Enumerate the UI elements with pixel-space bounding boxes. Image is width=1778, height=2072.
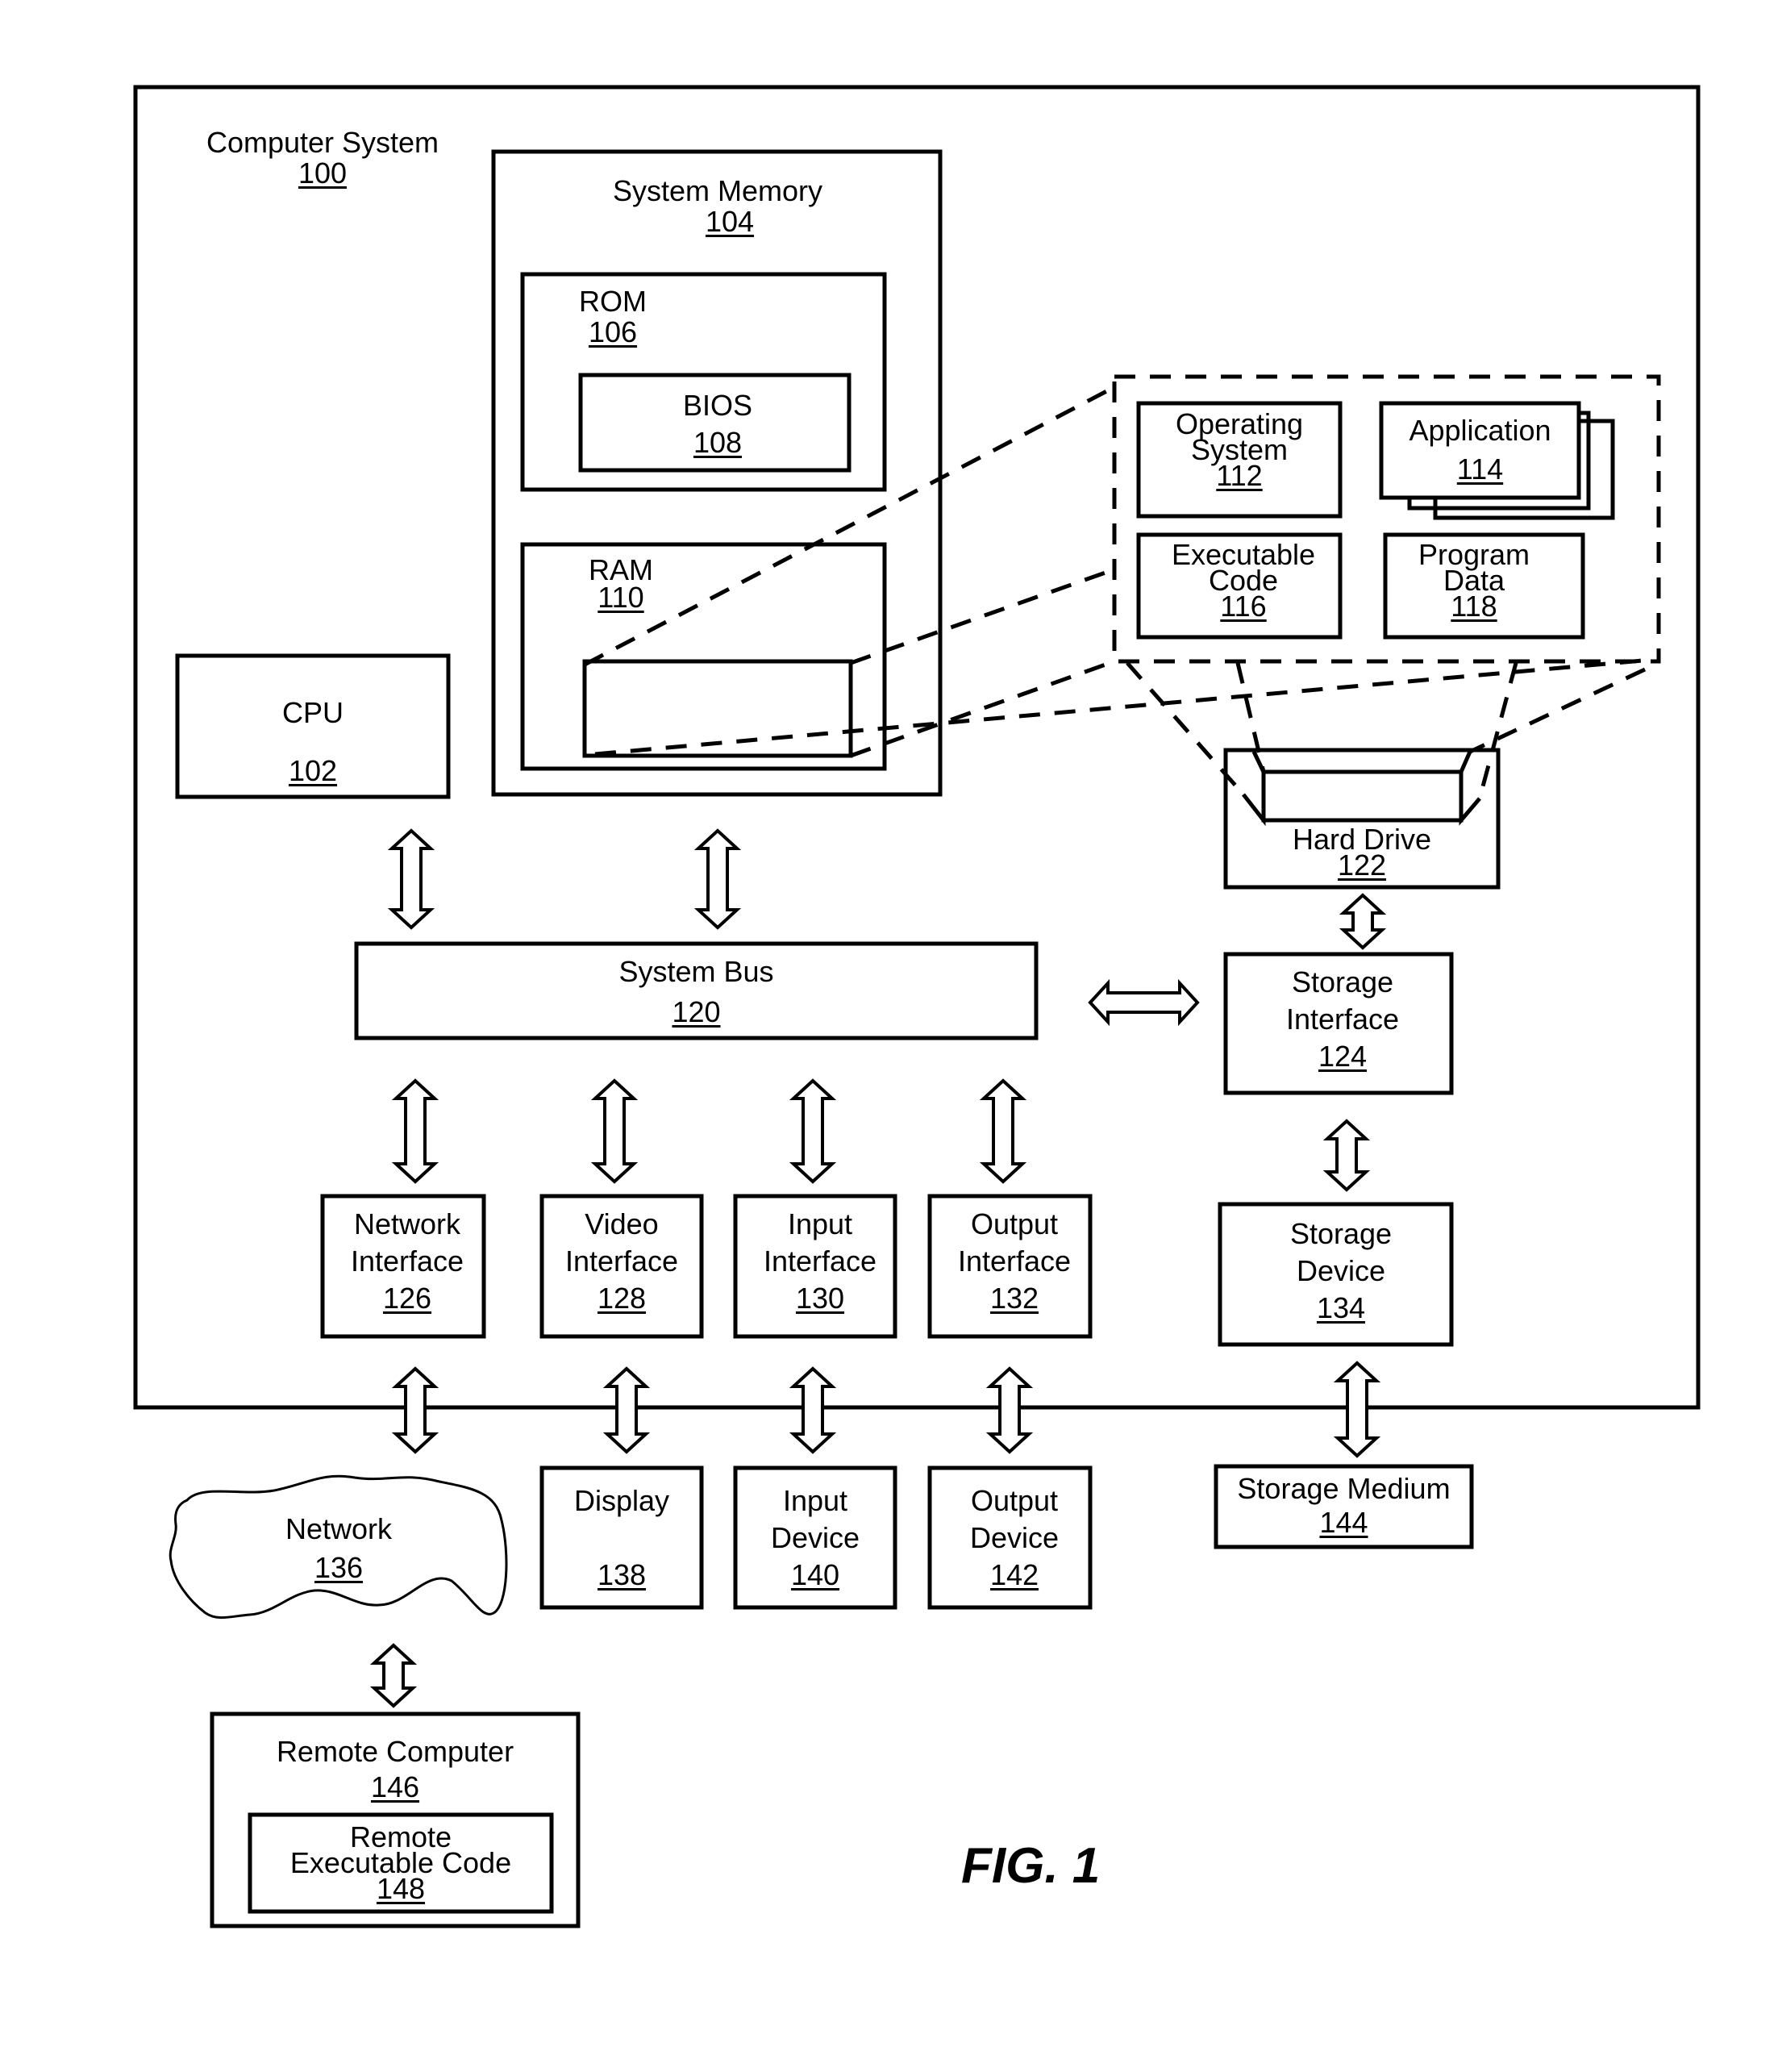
projection-line-4 bbox=[850, 659, 1115, 758]
display-label: Display 138 bbox=[573, 1484, 670, 1591]
computer-system-label: Computer System 100 bbox=[206, 126, 439, 190]
figure-label: FIG. 1 bbox=[961, 1838, 1101, 1894]
rom-label: ROM 106 bbox=[579, 285, 647, 348]
system-memory-box bbox=[491, 149, 943, 797]
operating-system-label: Operating System 112 bbox=[1175, 407, 1304, 492]
application-label: Application 114 bbox=[1409, 414, 1551, 486]
network-interface-label: Network Interface 126 bbox=[350, 1207, 464, 1315]
bus-storage-interface-arrow bbox=[1088, 978, 1200, 1027]
video-interface-display-arrow bbox=[602, 1366, 651, 1454]
hard-drive-tray-right-bevel bbox=[1459, 750, 1481, 826]
network-label: Network 136 bbox=[285, 1512, 393, 1584]
hard-drive-tray-left-bevel bbox=[1242, 750, 1266, 827]
memory-bus-arrow bbox=[693, 828, 742, 930]
executable-code-label: Executable Code 116 bbox=[1171, 538, 1316, 623]
input-interface-label: Input Interface 130 bbox=[763, 1207, 877, 1315]
storage-medium-label: Storage Medium 144 bbox=[1237, 1472, 1451, 1539]
output-device-label: Output Device 142 bbox=[969, 1484, 1060, 1591]
storage-interface-label: Storage Interface 124 bbox=[1285, 965, 1400, 1073]
storage-interface-device-arrow bbox=[1322, 1119, 1371, 1192]
system-memory-label: System Memory 104 bbox=[612, 174, 823, 238]
input-interface-device-arrow bbox=[789, 1366, 837, 1454]
bios-label: BIOS 108 bbox=[682, 389, 753, 459]
projection-line-5 bbox=[1126, 661, 1245, 796]
system-bus-label: System Bus 120 bbox=[618, 955, 774, 1028]
hard-drive-label: Hard Drive 122 bbox=[1292, 823, 1432, 882]
bus-input-interface-arrow bbox=[789, 1078, 837, 1184]
bus-network-interface-arrow bbox=[391, 1078, 439, 1184]
network-interface-network-arrow bbox=[391, 1366, 439, 1454]
output-interface-device-arrow bbox=[985, 1366, 1034, 1454]
bus-output-interface-arrow bbox=[979, 1078, 1027, 1184]
remote-executable-code-label: Remote Executable Code 148 bbox=[289, 1820, 512, 1905]
storage-device-label: Storage Device 134 bbox=[1289, 1217, 1393, 1324]
ram-label: RAM 110 bbox=[589, 553, 653, 614]
program-data-label: Program Data 118 bbox=[1418, 538, 1530, 623]
network-remote-computer-arrow bbox=[369, 1643, 418, 1708]
cpu-label: CPU 102 bbox=[281, 696, 344, 787]
input-device-label: Input Device 140 bbox=[770, 1484, 860, 1591]
hard-drive-storage-interface-arrow bbox=[1339, 893, 1387, 950]
projection-line-6 bbox=[1235, 662, 1266, 773]
remote-computer-label: Remote Computer 146 bbox=[276, 1735, 514, 1803]
video-interface-label: Video Interface 128 bbox=[564, 1207, 679, 1315]
cpu-bus-arrow bbox=[387, 828, 435, 930]
projection-line-3 bbox=[594, 657, 1652, 757]
hard-drive-tray bbox=[1261, 769, 1464, 823]
projection-line-2 bbox=[850, 567, 1115, 665]
bus-video-interface-arrow bbox=[590, 1078, 639, 1184]
output-interface-label: Output Interface 132 bbox=[957, 1207, 1072, 1315]
